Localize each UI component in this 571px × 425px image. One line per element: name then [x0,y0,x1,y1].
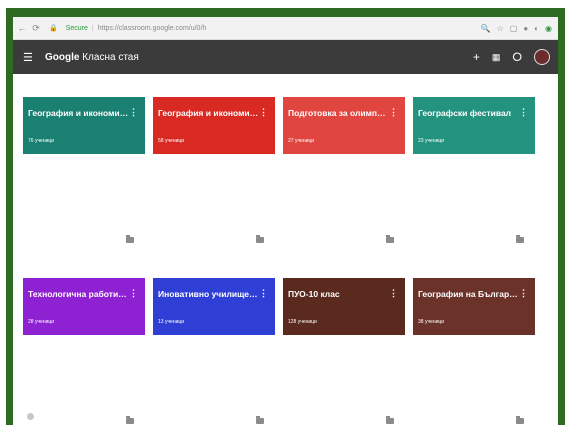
more-vert-icon[interactable]: ⋮ [389,107,398,118]
help-icon[interactable] [27,413,34,420]
secure-lock-icon: 🔒 [49,25,58,32]
folder-icon[interactable] [516,235,524,243]
class-card[interactable]: География и икономи… ⋮ 76 ученици [23,97,145,251]
address-bar[interactable]: https://classroom.google.com/u/0/h [98,25,207,32]
class-card-students: 23 ученици [418,138,445,144]
class-card-title[interactable]: География и икономи… [158,108,258,118]
folder-icon[interactable] [256,235,264,243]
class-card[interactable]: Иновативно училище… ⋮ 13 ученици [153,278,275,425]
zoom-icon[interactable]: 🔍 [481,24,491,33]
reload-icon[interactable]: ⟳ [31,23,41,34]
browser-actions: 🔍 ☆ ▢ ● ◐ ◉ [481,24,552,33]
class-card-header[interactable]: ПУО-10 клас ⋮ 128 ученици [283,278,405,335]
classroom-header: ☰ Google Класна стая + ▦ ⭘ [13,40,558,74]
folder-icon[interactable] [386,235,394,243]
more-vert-icon[interactable]: ⋮ [519,107,528,118]
app-title-brand: Google [45,51,80,63]
more-vert-icon[interactable]: ⋮ [389,288,398,299]
folder-icon[interactable] [126,416,134,424]
class-card-header[interactable]: Подготовка за олимп… ⋮ 27 ученици [283,97,405,154]
class-card[interactable]: География на Българ… ⋮ 38 ученици [413,278,535,425]
class-card-students: 27 ученици [288,138,315,144]
class-card-title[interactable]: Иновативно училище… [158,289,258,299]
class-card-students: 28 ученици [28,319,55,325]
class-card-students: 58 ученици [158,138,185,144]
folder-icon[interactable] [516,416,524,424]
class-card-title[interactable]: Технологична работи… [28,289,128,299]
bookmark-star-icon[interactable]: ☆ [497,24,504,33]
class-card-students: 76 ученици [28,138,55,144]
folder-icon[interactable] [126,235,134,243]
more-vert-icon[interactable]: ⋮ [519,288,528,299]
class-card-title[interactable]: ПУО-10 клас [288,289,388,299]
class-card-title[interactable]: Географски фестивал [418,108,518,118]
class-card-title[interactable]: Подготовка за олимп… [288,108,388,118]
folder-icon[interactable] [386,416,394,424]
class-card[interactable]: Подготовка за олимп… ⋮ 27 ученици [283,97,405,251]
class-card-header[interactable]: Технологична работи… ⋮ 28 ученици [23,278,145,335]
class-card-header[interactable]: География и икономи… ⋮ 58 ученици [153,97,275,154]
browser-toolbar: ← ⟳ 🔒 Secure | https://classroom.google.… [13,17,558,40]
add-class-button[interactable]: + [473,50,480,64]
url-separator: | [91,24,94,32]
window-frame: ← ⟳ 🔒 Secure | https://classroom.google.… [6,8,565,425]
hamburger-menu-icon[interactable]: ☰ [23,51,37,64]
class-card-title[interactable]: География на Българ… [418,289,518,299]
extension-icon[interactable]: ● [523,24,528,33]
class-card[interactable]: География и икономи… ⋮ 58 ученици [153,97,275,251]
extension-icon[interactable]: ▢ [510,24,518,33]
class-card-students: 38 ученици [418,319,445,325]
class-card-header[interactable]: География на Българ… ⋮ 38 ученици [413,278,535,335]
more-vert-icon[interactable]: ⋮ [129,288,138,299]
extension-icon[interactable]: ◐ [534,24,539,33]
app-title-name: Класна стая [82,51,139,63]
class-card-students: 13 ученици [158,319,185,325]
account-ring-icon[interactable]: ⭘ [512,50,522,65]
apps-grid-icon[interactable]: ▦ [492,52,501,63]
header-actions: + ▦ ⭘ [473,49,550,65]
folder-icon[interactable] [256,416,264,424]
class-card-title[interactable]: География и икономи… [28,108,128,118]
class-card-students: 128 ученици [288,319,317,325]
app-title: Google Класна стая [45,52,139,63]
back-arrow-icon[interactable]: ← [17,23,27,33]
extension-icon[interactable]: ◉ [545,24,552,33]
secure-label: Secure [65,24,88,32]
class-card[interactable]: ПУО-10 клас ⋮ 128 ученици [283,278,405,425]
class-card-header[interactable]: Иновативно училище… ⋮ 13 ученици [153,278,275,335]
avatar[interactable] [534,49,550,65]
class-card[interactable]: Технологична работи… ⋮ 28 ученици [23,278,145,425]
class-card-header[interactable]: Географски фестивал ⋮ 23 ученици [413,97,535,154]
more-vert-icon[interactable]: ⋮ [129,107,138,118]
class-card-header[interactable]: География и икономи… ⋮ 76 ученици [23,97,145,154]
more-vert-icon[interactable]: ⋮ [259,107,268,118]
more-vert-icon[interactable]: ⋮ [259,288,268,299]
browser-window: ← ⟳ 🔒 Secure | https://classroom.google.… [13,17,558,425]
class-card[interactable]: Географски фестивал ⋮ 23 ученици [413,97,535,251]
